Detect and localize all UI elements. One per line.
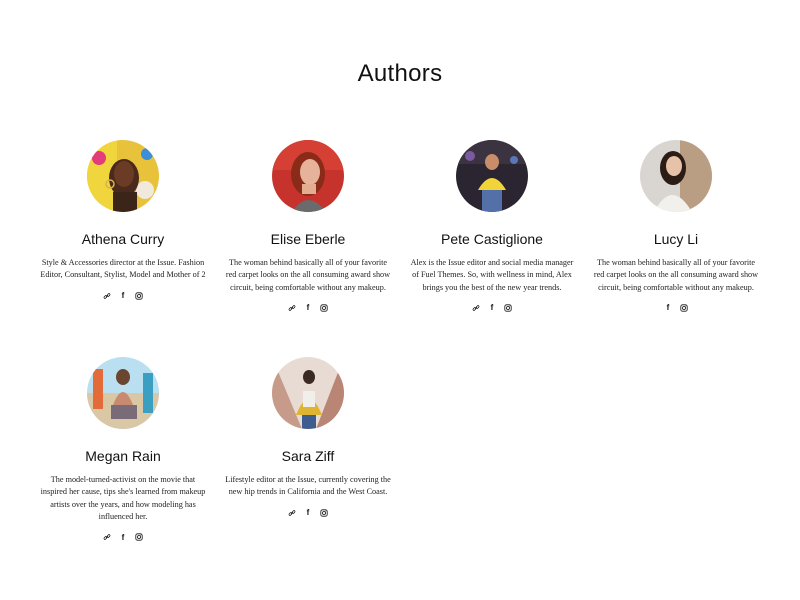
author-bio: Style & Accessories director at the Issu… <box>40 258 206 280</box>
link-icon[interactable] <box>288 303 297 312</box>
author-name[interactable]: Pete Castiglione <box>408 230 576 248</box>
author-bio: Lifestyle editor at the Issue, currently… <box>225 475 391 497</box>
link-icon[interactable] <box>472 303 481 312</box>
author-photo <box>272 140 344 212</box>
avatar[interactable] <box>87 357 159 429</box>
facebook-icon[interactable]: f <box>664 303 673 312</box>
author-card-pete-castiglione: Pete Castiglione Alex is the Issue edito… <box>408 140 576 313</box>
facebook-icon[interactable]: f <box>119 533 128 542</box>
link-icon[interactable] <box>288 508 297 517</box>
author-name[interactable]: Sara Ziff <box>224 447 392 465</box>
instagram-icon[interactable] <box>135 533 144 542</box>
facebook-icon[interactable]: f <box>119 291 128 300</box>
author-card-megan-rain: Megan Rain The model-turned-activist on … <box>39 357 207 542</box>
instagram-icon[interactable] <box>680 303 689 312</box>
avatar[interactable] <box>272 140 344 212</box>
author-name[interactable]: Athena Curry <box>39 230 207 248</box>
author-bio: The woman behind basically all of your f… <box>593 258 759 292</box>
social-links: f <box>592 303 760 313</box>
social-links: f <box>408 303 576 313</box>
facebook-icon[interactable]: f <box>488 303 497 312</box>
author-name[interactable]: Lucy Li <box>592 230 760 248</box>
author-card-elise-eberle: Elise Eberle The woman behind basically … <box>224 140 392 313</box>
author-bio: The model-turned-activist on the movie t… <box>40 475 206 521</box>
page-title: Authors <box>357 60 443 87</box>
author-card-lucy-li: Lucy Li The woman behind basically all o… <box>592 140 760 313</box>
author-photo <box>87 357 159 429</box>
author-name[interactable]: Megan Rain <box>39 447 207 465</box>
social-links: f <box>39 532 207 542</box>
author-card-athena-curry: Athena Curry Style & Accessories directo… <box>39 140 207 301</box>
author-name[interactable]: Elise Eberle <box>224 230 392 248</box>
link-icon[interactable] <box>103 533 112 542</box>
author-card-sara-ziff: Sara Ziff Lifestyle editor at the Issue,… <box>224 357 392 518</box>
instagram-icon[interactable] <box>320 508 329 517</box>
avatar[interactable] <box>87 140 159 212</box>
author-photo <box>87 140 159 212</box>
avatar[interactable] <box>456 140 528 212</box>
facebook-icon[interactable]: f <box>304 508 313 517</box>
author-photo <box>272 357 344 429</box>
author-bio: The woman behind basically all of your f… <box>225 258 391 292</box>
instagram-icon[interactable] <box>504 303 513 312</box>
author-photo <box>640 140 712 212</box>
facebook-icon[interactable]: f <box>304 303 313 312</box>
social-links: f <box>224 303 392 313</box>
link-icon[interactable] <box>103 291 112 300</box>
avatar[interactable] <box>272 357 344 429</box>
instagram-icon[interactable] <box>135 291 144 300</box>
social-links: f <box>39 291 207 301</box>
avatar[interactable] <box>640 140 712 212</box>
instagram-icon[interactable] <box>320 303 329 312</box>
social-links: f <box>224 508 392 518</box>
author-photo <box>456 140 528 212</box>
author-bio: Alex is the Issue editor and social medi… <box>410 258 574 292</box>
